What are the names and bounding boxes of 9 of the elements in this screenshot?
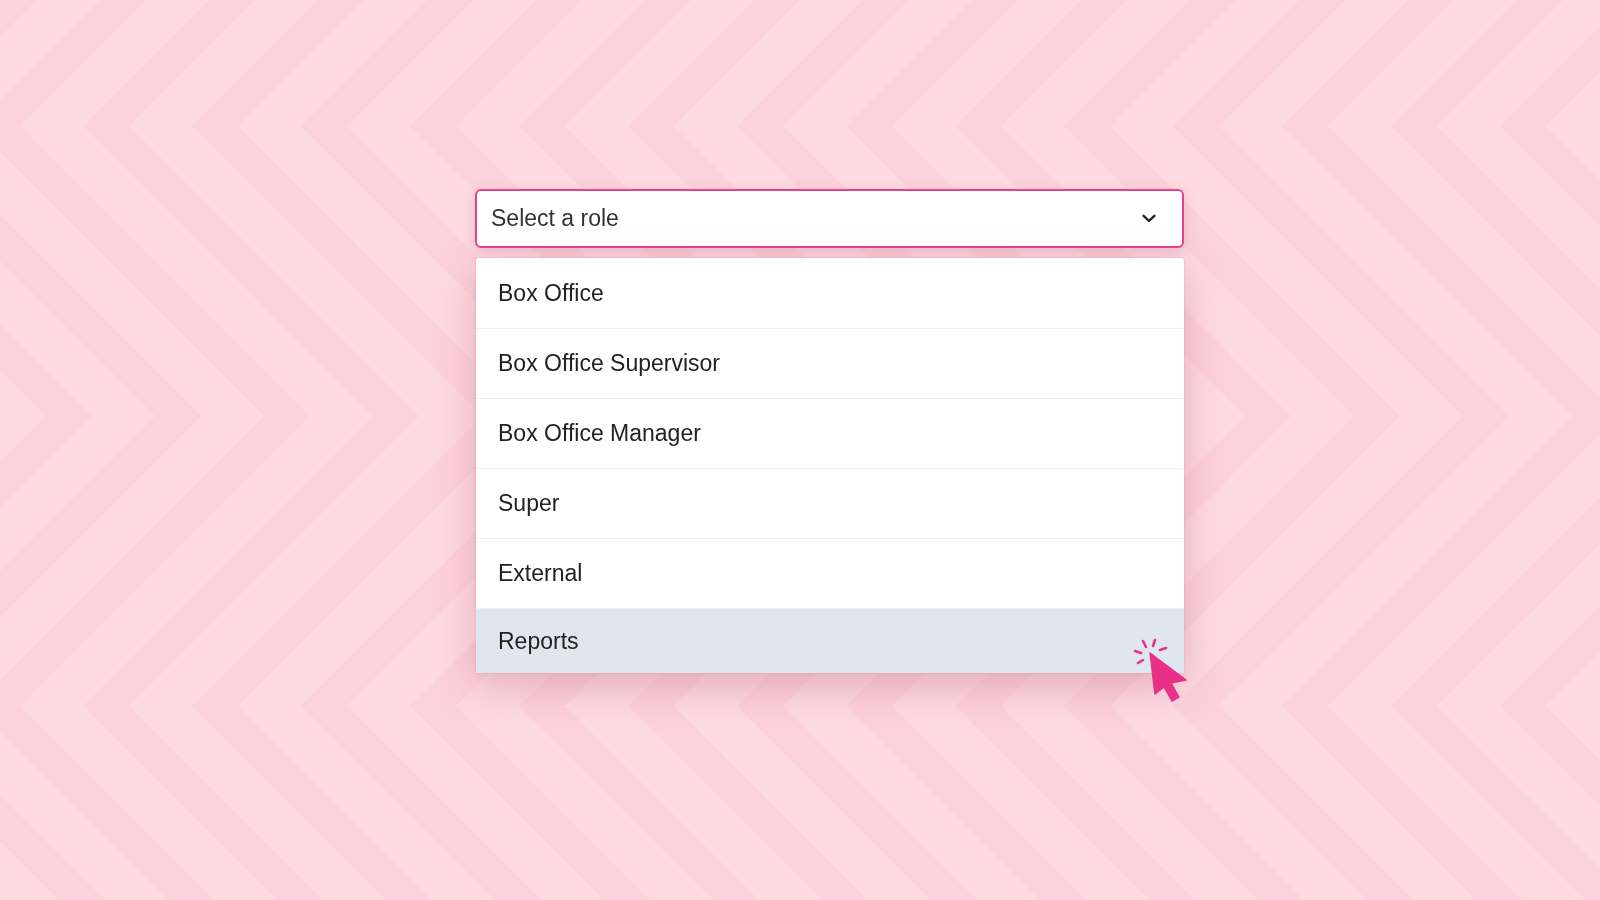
dropdown-option[interactable]: Super bbox=[476, 468, 1184, 538]
role-select[interactable]: Select a role bbox=[475, 189, 1184, 248]
cursor-click-icon bbox=[1132, 636, 1188, 702]
dropdown-option[interactable]: Box Office Manager bbox=[476, 398, 1184, 468]
dropdown-option[interactable]: External bbox=[476, 538, 1184, 608]
dropdown-option[interactable]: Reports bbox=[476, 608, 1184, 673]
dropdown-option[interactable]: Box Office bbox=[476, 258, 1184, 328]
chevron-down-icon bbox=[1142, 214, 1156, 223]
dropdown-option[interactable]: Box Office Supervisor bbox=[476, 328, 1184, 398]
